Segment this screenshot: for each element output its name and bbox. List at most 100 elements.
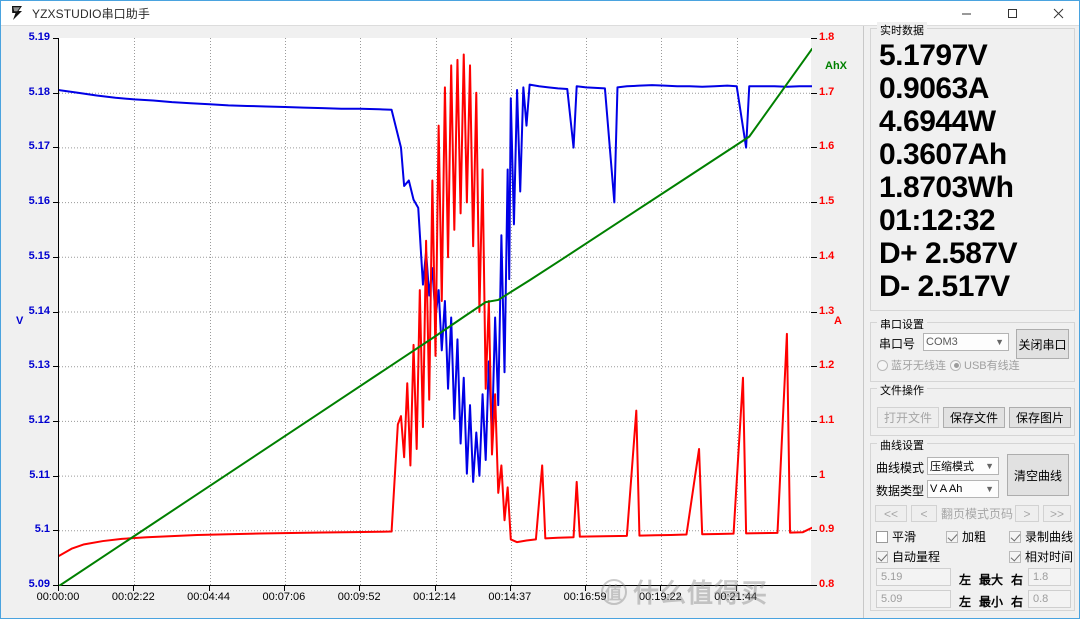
chevron-down-icon: ▼	[985, 461, 994, 471]
max-left-label: 左	[959, 573, 972, 587]
readout-dplus: D+ 2.587V	[879, 237, 1018, 270]
x-axis-tickmark	[509, 586, 511, 591]
y-axis-right-tick: 0.8	[819, 578, 835, 590]
y-axis-right-tick: 1.7	[819, 85, 835, 98]
radio-bluetooth[interactable]: 蓝牙无线连	[877, 357, 946, 373]
y-axis-left-tick: 5.14	[28, 304, 50, 317]
page-first-button[interactable]: <<	[875, 505, 907, 522]
y-axis-right-tick: 1.2	[819, 359, 835, 372]
x-axis-tick: 00:04:44	[187, 591, 230, 603]
page-next-button[interactable]: >	[1015, 505, 1039, 522]
x-axis-tick: 00:07:06	[262, 591, 306, 603]
y-axis-right-name-capacity: AhX	[825, 60, 847, 72]
realtime-data-title: 实时数据	[877, 22, 927, 38]
close-icon[interactable]	[1035, 1, 1079, 26]
y-axis-left-tick: 5.1	[34, 523, 50, 536]
watermark-badge: 值	[601, 578, 627, 605]
checkbox-reltime-label: 相对时间	[1025, 550, 1074, 564]
x-axis-tickmark	[133, 586, 135, 591]
open-file-button[interactable]: 打开文件	[877, 407, 939, 428]
watermark-text: 什么值得买	[633, 578, 769, 608]
save-file-button[interactable]: 保存文件	[943, 407, 1005, 428]
application-window: YZXSTUDIO串口助手 5.19 5.18 5.17 5.16 5.15 5.14 5.…	[0, 0, 1080, 619]
y-axis-right-tick: 1.3	[819, 304, 835, 317]
checkbox-record-label: 录制曲线	[1025, 530, 1074, 544]
y-axis-left-tick: 5.19	[28, 31, 50, 43]
curve-mode-label: 曲线模式	[876, 461, 925, 475]
data-type-select[interactable]: V A Ah ▼	[927, 480, 999, 498]
y-axis-right-tickmark	[811, 530, 817, 532]
curve-mode-select[interactable]: 压缩模式 ▼	[927, 457, 999, 475]
y-axis-left-name: V	[16, 315, 24, 327]
checkbox-icon	[1009, 550, 1021, 563]
y-axis-right-tick: 1	[819, 468, 826, 481]
readout-capacity: 0.3607Ah	[879, 138, 1007, 171]
radio-dot-icon	[877, 359, 888, 371]
y-axis-right-tick: 1.8	[819, 31, 835, 43]
save-image-button[interactable]: 保存图片	[1009, 407, 1071, 428]
y-axis-left-tick: 5.13	[28, 359, 50, 372]
y-axis-left-tickmark	[53, 147, 58, 149]
page-prev-button[interactable]: <	[911, 505, 937, 522]
minimize-icon[interactable]	[943, 1, 989, 26]
chevron-down-icon: ▼	[995, 337, 1004, 347]
readout-power: 4.6944W	[879, 105, 996, 138]
data-type-label: 数据类型	[876, 484, 925, 498]
x-axis-tickmark	[208, 586, 210, 591]
y-axis-left-tick: 5.11	[29, 468, 50, 481]
page-number-label: 翻页模式页码	[941, 507, 1014, 521]
max-right-input[interactable]: 1.8	[1028, 568, 1071, 586]
y-axis-left-tickmark	[53, 530, 58, 532]
plot-svg	[59, 38, 812, 586]
y-axis-right-tick: 1.1	[819, 413, 835, 426]
readout-elapsed-time: 01:12:32	[879, 204, 996, 237]
y-axis-right-tickmark	[811, 366, 817, 368]
serial-port-select[interactable]: COM3 ▼	[923, 333, 1009, 351]
checkbox-smooth[interactable]: 平滑	[876, 528, 916, 545]
y-axis-left-tick: 5.17	[28, 140, 50, 153]
checkbox-reltime[interactable]: 相对时间	[1009, 548, 1073, 565]
plot-canvas[interactable]	[58, 38, 812, 586]
checkbox-icon	[876, 550, 888, 563]
min-label: 最小	[979, 595, 1004, 609]
readout-energy: 1.8703Wh	[879, 171, 1014, 204]
x-axis-tickmark	[359, 586, 361, 591]
clear-curve-button[interactable]: 清空曲线	[1007, 454, 1069, 496]
close-serial-button[interactable]: 关闭串口	[1016, 329, 1069, 359]
x-axis-tickmark	[283, 586, 285, 591]
readout-voltage: 5.1797V	[879, 39, 988, 72]
maximize-icon[interactable]	[989, 1, 1035, 26]
y-axis-right-tickmark	[811, 147, 817, 149]
readout-dminus: D- 2.517V	[879, 270, 1010, 303]
readout-current: 0.9063A	[879, 72, 989, 105]
y-axis-right-name-current: A	[834, 315, 842, 327]
curve-mode-value: 压缩模式	[930, 461, 974, 473]
radio-usb-label: USB有线连	[964, 360, 1020, 372]
x-axis-tickmark	[58, 586, 59, 591]
max-left-input[interactable]: 5.19	[876, 568, 951, 586]
checkbox-autorange[interactable]: 自动量程	[876, 548, 940, 565]
checkbox-icon	[1009, 530, 1021, 543]
serial-settings-title: 串口设置	[877, 316, 927, 332]
serial-port-label: 串口号	[879, 337, 916, 351]
min-right-label: 右	[1011, 595, 1024, 609]
checkbox-bold[interactable]: 加粗	[946, 528, 986, 545]
min-right-input[interactable]: 0.8	[1028, 590, 1071, 608]
x-axis-tickmark	[585, 586, 587, 591]
y-axis-left-tick: 5.16	[28, 195, 50, 208]
y-axis-right-tickmark	[811, 475, 817, 477]
y-axis-left-tick: 5.18	[28, 85, 50, 98]
y-axis-right-tickmark	[811, 256, 817, 258]
y-axis-left-tickmark	[53, 38, 58, 39]
y-axis-right-tick: 1.6	[819, 140, 835, 153]
checkbox-smooth-label: 平滑	[892, 530, 917, 544]
checkbox-record[interactable]: 录制曲线	[1009, 528, 1073, 545]
lightning-bolt-icon	[9, 5, 25, 21]
y-axis-left-tickmark	[53, 256, 58, 258]
y-axis-left-tickmark	[53, 420, 58, 422]
radio-usb[interactable]: USB有线连	[950, 357, 1020, 373]
y-axis-right-tickmark	[811, 92, 817, 94]
min-left-input[interactable]: 5.09	[876, 590, 951, 608]
y-axis-right-tick: 1.5	[819, 195, 835, 208]
page-last-button[interactable]: >>	[1043, 505, 1071, 522]
